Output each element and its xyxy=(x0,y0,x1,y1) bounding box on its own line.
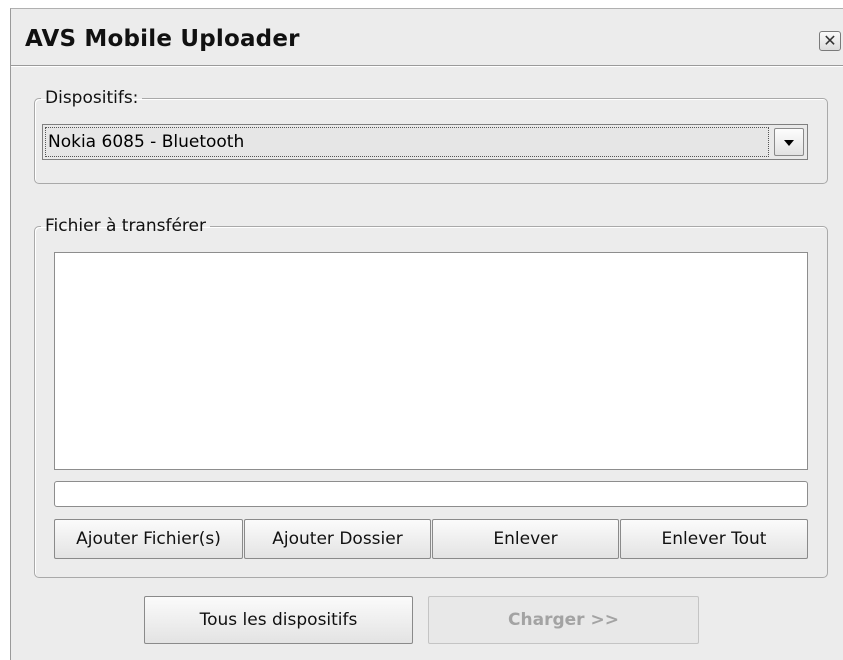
transfer-progress-bar xyxy=(54,481,808,507)
device-select-value: Nokia 6085 - Bluetooth xyxy=(45,127,769,157)
devices-legend: Dispositifs: xyxy=(45,88,139,108)
remove-button[interactable]: Enlever xyxy=(432,519,619,559)
title-bar: AVS Mobile Uploader xyxy=(11,9,843,66)
close-icon: ✕ xyxy=(823,31,837,50)
upload-button[interactable]: Charger >> xyxy=(428,596,699,644)
close-button[interactable]: ✕ xyxy=(819,31,841,51)
files-legend: Fichier à transférer xyxy=(45,216,206,236)
add-folder-button[interactable]: Ajouter Dossier xyxy=(244,519,431,559)
remove-all-button[interactable]: Enlever Tout xyxy=(620,519,808,559)
device-select[interactable]: Nokia 6085 - Bluetooth xyxy=(42,124,808,160)
chevron-down-icon xyxy=(784,140,794,146)
window-title: AVS Mobile Uploader xyxy=(25,26,300,52)
all-devices-button[interactable]: Tous les dispositifs xyxy=(144,596,413,644)
add-files-button[interactable]: Ajouter Fichier(s) xyxy=(54,519,243,559)
file-list[interactable] xyxy=(54,252,808,470)
device-select-arrow[interactable] xyxy=(774,128,804,156)
